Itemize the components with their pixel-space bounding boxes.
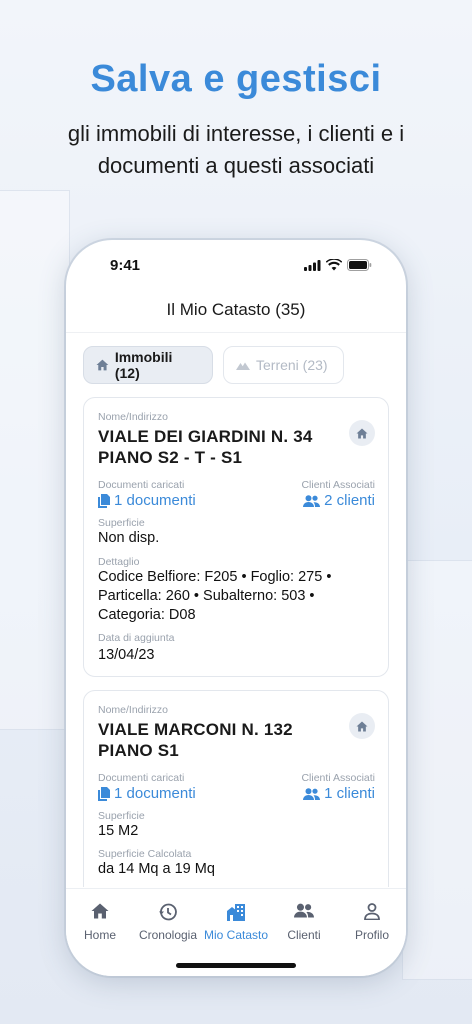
headline: Salva e gestisci bbox=[90, 58, 382, 100]
property-name: VIALE MARCONI N. 132 PIANO S1 bbox=[98, 720, 293, 760]
house-icon bbox=[356, 720, 368, 732]
home-indicator[interactable] bbox=[176, 963, 296, 968]
documents-count: 1 documenti bbox=[114, 492, 196, 509]
document-icon bbox=[98, 786, 110, 801]
background-building-left bbox=[0, 190, 70, 730]
property-type-badge bbox=[349, 420, 375, 446]
signal-icon bbox=[304, 259, 321, 271]
document-icon bbox=[98, 493, 110, 508]
tab-home[interactable]: Home bbox=[66, 903, 134, 942]
tab-profilo-label: Profilo bbox=[354, 928, 389, 942]
clients-count: 2 clienti bbox=[324, 492, 375, 509]
name-label: Nome/Indirizzo bbox=[98, 411, 169, 423]
documents-link[interactable]: 1 documenti bbox=[98, 492, 196, 509]
calculated-surface-label: Superficie Calcolata bbox=[98, 848, 192, 860]
surface-label: Superficie bbox=[98, 810, 145, 822]
house-icon bbox=[96, 359, 109, 371]
clients-label: Clienti Associati bbox=[301, 479, 375, 491]
history-icon bbox=[159, 903, 177, 921]
documents-count: 1 documenti bbox=[114, 785, 196, 802]
wifi-icon bbox=[326, 259, 342, 271]
property-card[interactable]: Nome/Indirizzo VIALE MARCONI N. 132 PIAN… bbox=[83, 690, 389, 887]
tab-clienti-label: Clienti bbox=[287, 928, 321, 942]
property-name: VIALE DEI GIARDINI N. 34 PIANO S2 - T - … bbox=[98, 427, 313, 467]
tab-clienti[interactable]: Clienti bbox=[270, 903, 338, 942]
battery-icon bbox=[347, 259, 372, 271]
status-bar: 9:41 bbox=[66, 240, 406, 290]
surface-value: 15 M2 bbox=[98, 823, 139, 839]
docs-label: Documenti caricati bbox=[98, 772, 185, 784]
tab-mio-catasto[interactable]: Mio Catasto bbox=[202, 903, 270, 942]
person-icon bbox=[364, 903, 380, 920]
clients-link[interactable]: 1 clienti bbox=[303, 785, 375, 802]
detail-label: Dettaglio bbox=[98, 556, 140, 568]
calculated-surface-value: da 14 Mq a 19 Mq bbox=[98, 861, 215, 877]
clients-count: 1 clienti bbox=[324, 785, 375, 802]
tab-mio-catasto-label: Mio Catasto bbox=[203, 928, 269, 942]
segment-terreni-label: Terreni (23) bbox=[256, 357, 328, 373]
house-icon bbox=[356, 427, 368, 439]
detail-value: Codice Belfiore: F205 • Foglio: 275 • Pa… bbox=[98, 569, 332, 623]
status-icons bbox=[304, 259, 372, 271]
surface-label: Superficie bbox=[98, 517, 145, 529]
property-card[interactable]: Nome/Indirizzo VIALE DEI GIARDINI N. 34 … bbox=[83, 397, 389, 677]
date-value: 13/04/23 bbox=[98, 647, 155, 663]
people-icon bbox=[303, 787, 321, 800]
segment-immobili[interactable]: Immobili (12) bbox=[83, 346, 213, 384]
tab-bar: Home Cronologia Mio Catasto Clienti Prof… bbox=[66, 888, 406, 976]
mountain-icon bbox=[236, 362, 250, 370]
tab-home-label: Home bbox=[83, 928, 116, 942]
surface-value: Non disp. bbox=[98, 530, 160, 546]
people-icon bbox=[303, 494, 321, 507]
home-icon bbox=[91, 903, 109, 919]
date-label: Data di aggiunta bbox=[98, 632, 175, 644]
segment-terreni[interactable]: Terreni (23) bbox=[223, 346, 344, 384]
documents-link[interactable]: 1 documenti bbox=[98, 785, 196, 802]
subline: gli immobili di interesse, i clienti e i… bbox=[67, 121, 405, 178]
segment-control: Immobili (12) Terreni (23) bbox=[83, 346, 344, 384]
phone-mockup: 9:41 Il Mio Catasto (35) Immobili (12) T… bbox=[66, 240, 406, 976]
property-list: Nome/Indirizzo VIALE DEI GIARDINI N. 34 … bbox=[83, 397, 389, 887]
segment-immobili-label: Immobili (12) bbox=[114, 349, 173, 381]
header-divider bbox=[66, 332, 406, 333]
clients-label: Clienti Associati bbox=[301, 772, 375, 784]
docs-label: Documenti caricati bbox=[98, 479, 185, 491]
people-icon bbox=[294, 903, 314, 918]
status-time: 9:41 bbox=[110, 257, 141, 274]
tab-history[interactable]: Cronologia bbox=[134, 903, 202, 942]
screen-title: Il Mio Catasto (35) bbox=[166, 300, 306, 319]
property-type-badge bbox=[349, 713, 375, 739]
tab-profilo[interactable]: Profilo bbox=[338, 903, 406, 942]
clients-link[interactable]: 2 clienti bbox=[303, 492, 375, 509]
buildings-icon bbox=[227, 904, 245, 921]
tab-history-label: Cronologia bbox=[138, 928, 198, 942]
background-building-right bbox=[402, 560, 472, 980]
name-label: Nome/Indirizzo bbox=[98, 704, 169, 716]
